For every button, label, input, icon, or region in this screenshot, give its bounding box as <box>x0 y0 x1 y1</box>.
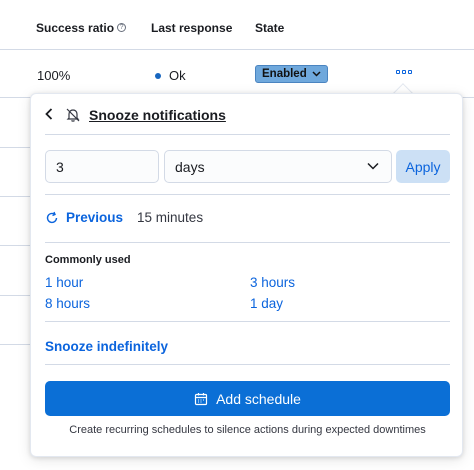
divider <box>45 134 450 135</box>
calendar-icon <box>194 392 208 405</box>
header-success-ratio: Success ratio? <box>36 21 127 35</box>
row-divider <box>0 147 30 148</box>
duration-unit-select[interactable]: days <box>164 150 392 183</box>
row-divider <box>0 245 30 246</box>
previous-value: 15 minutes <box>137 210 204 225</box>
add-schedule-button[interactable]: Add schedule <box>45 381 450 416</box>
refresh-icon <box>46 211 58 223</box>
chevron-down-icon <box>312 69 321 79</box>
divider <box>45 321 450 322</box>
duration-unit-value: days <box>175 158 205 175</box>
chevron-down-icon <box>367 162 379 170</box>
divider <box>45 364 450 365</box>
dot-icon <box>408 70 412 74</box>
bell-slash-icon <box>66 108 80 122</box>
header-state: State <box>255 21 285 35</box>
duration-value-input[interactable]: 3 <box>45 150 159 183</box>
option-8-hours[interactable]: 8 hours <box>45 296 90 311</box>
row-divider <box>0 295 30 296</box>
snooze-indefinitely-link[interactable]: Snooze indefinitely <box>45 339 168 354</box>
previous-snooze-row: Previous 15 minutes <box>45 210 203 225</box>
last-response-cell: Ok <box>155 68 186 83</box>
row-divider <box>0 196 30 197</box>
dot-icon <box>396 70 400 74</box>
info-icon[interactable]: ? <box>117 23 127 32</box>
option-1-day[interactable]: 1 day <box>250 296 283 311</box>
header-last-response: Last response <box>151 21 233 35</box>
state-badge-label: Enabled <box>262 68 307 80</box>
state-badge[interactable]: Enabled <box>255 65 328 83</box>
status-dot-icon <box>155 72 161 79</box>
popover-title: Snooze notifications <box>89 107 226 123</box>
option-3-hours[interactable]: 3 hours <box>250 275 295 290</box>
commonly-used-heading: Commonly used <box>45 254 131 266</box>
divider <box>45 194 450 195</box>
divider <box>45 242 450 243</box>
chevron-left-icon[interactable] <box>45 107 53 124</box>
apply-button[interactable]: Apply <box>396 150 450 183</box>
table-header: Success ratio? Last response State <box>0 0 474 50</box>
previous-link[interactable]: Previous <box>66 210 123 225</box>
add-schedule-label: Add schedule <box>216 390 301 407</box>
row-actions-button[interactable] <box>396 70 412 74</box>
schedule-hint: Create recurring schedules to silence ac… <box>69 424 426 436</box>
popover-header: Snooze notifications <box>45 104 226 126</box>
row-divider <box>0 344 30 345</box>
dot-icon <box>402 70 406 74</box>
snooze-popover: Snooze notifications 3 days Apply Previo… <box>30 93 463 457</box>
last-response-value: Ok <box>169 68 186 83</box>
success-ratio-cell: 100% <box>37 68 71 83</box>
header-success-ratio-label: Success ratio <box>36 21 115 35</box>
option-1-hour[interactable]: 1 hour <box>45 275 83 290</box>
